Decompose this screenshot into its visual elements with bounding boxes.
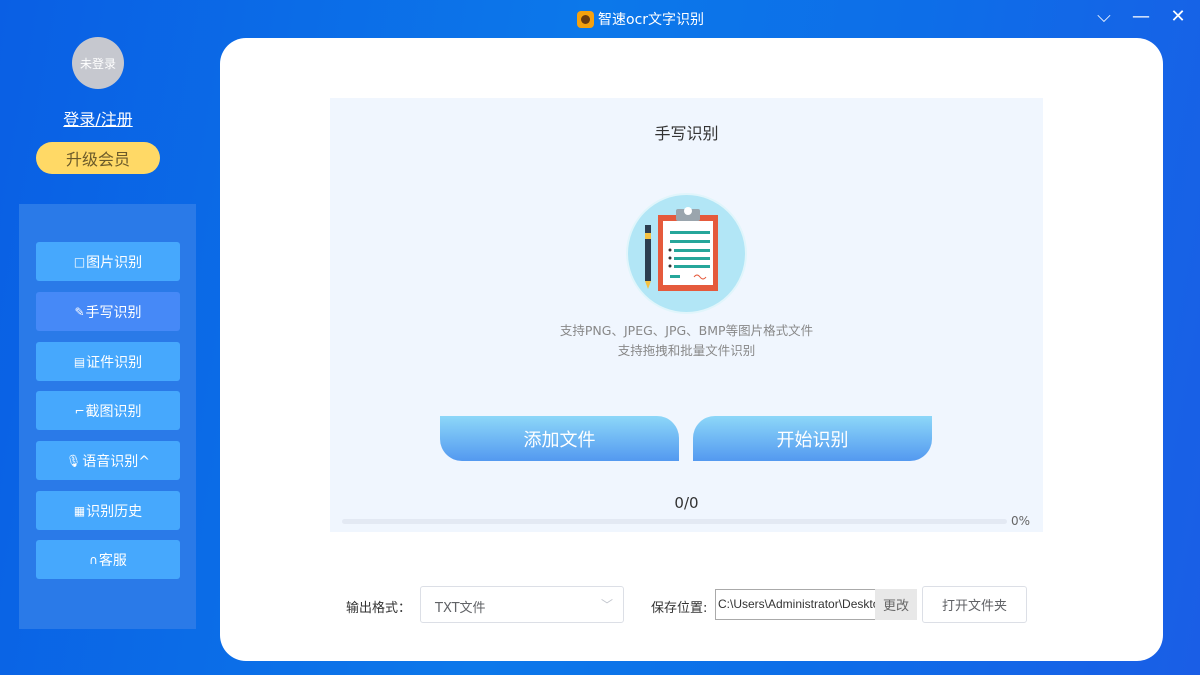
history-icon: ▦ bbox=[74, 504, 85, 518]
avatar[interactable]: 未登录 bbox=[72, 37, 124, 89]
title-bar: 智速ocr文字识别 ⌵ — ✕ bbox=[0, 0, 1200, 38]
save-location-label: 保存位置: bbox=[651, 597, 707, 616]
headset-icon: ∩ bbox=[89, 553, 98, 567]
minimize-button[interactable]: — bbox=[1128, 5, 1154, 29]
nav-handwriting-ocr[interactable]: ✎手写识别 bbox=[36, 292, 180, 331]
file-count: 0/0 bbox=[330, 494, 1043, 512]
change-path-button[interactable]: 更改 bbox=[875, 589, 917, 620]
app-logo-icon bbox=[577, 11, 594, 28]
nav-label: 手写识别 bbox=[86, 302, 142, 322]
sidebar-nav: □图片识别 ✎手写识别 ▤证件识别 ⌐截图识别 🎙语音识别^ ▦识别历史 ∩客服 bbox=[19, 204, 196, 629]
microphone-icon: 🎙 bbox=[66, 454, 81, 468]
nav-label: 客服 bbox=[99, 550, 127, 570]
app-title: 智速ocr文字识别 bbox=[577, 9, 704, 29]
close-button[interactable]: ✕ bbox=[1165, 5, 1191, 29]
nav-label: 识别历史 bbox=[86, 501, 142, 521]
nav-history[interactable]: ▦识别历史 bbox=[36, 491, 180, 530]
batch-hint: 支持拖拽和批量文件识别 bbox=[330, 340, 1043, 359]
drop-zone[interactable]: 手写识别 支持PNG、JPEG、JPG、BMP等图片格式文件 支持拖拽和批量文件… bbox=[330, 98, 1043, 532]
nav-label: 语音识别^ bbox=[82, 451, 150, 471]
start-recognition-button[interactable]: 开始识别 bbox=[693, 416, 932, 461]
nav-support[interactable]: ∩客服 bbox=[36, 540, 180, 579]
crop-icon: ⌐ bbox=[74, 404, 84, 418]
nav-voice-ocr[interactable]: 🎙语音识别^ bbox=[36, 441, 180, 480]
clipboard-illustration-icon bbox=[626, 193, 747, 314]
output-format-label: 输出格式： bbox=[346, 597, 411, 616]
nav-id-ocr[interactable]: ▤证件识别 bbox=[36, 342, 180, 381]
main-card: 手写识别 支持PNG、JPEG、JPG、BMP等图片格式文件 支持拖拽和批量文件… bbox=[220, 38, 1163, 661]
progress-bar bbox=[342, 519, 1007, 524]
open-folder-button[interactable]: 打开文件夹 bbox=[922, 586, 1027, 623]
nav-label: 截图识别 bbox=[86, 401, 142, 421]
add-file-button[interactable]: 添加文件 bbox=[440, 416, 679, 461]
format-hint: 支持PNG、JPEG、JPG、BMP等图片格式文件 bbox=[330, 320, 1043, 339]
login-register-link[interactable]: 登录/注册 bbox=[0, 106, 196, 130]
nav-image-ocr[interactable]: □图片识别 bbox=[36, 242, 180, 281]
chevron-down-icon: ﹀ bbox=[601, 596, 613, 613]
nav-label: 证件识别 bbox=[86, 352, 142, 372]
page-title: 手写识别 bbox=[330, 120, 1043, 144]
dropdown-chevron-icon[interactable]: ⌵ bbox=[1091, 5, 1117, 29]
app-title-text: 智速ocr文字识别 bbox=[598, 9, 704, 29]
pen-icon: ✎ bbox=[74, 305, 84, 319]
progress-percent: 0% bbox=[1011, 514, 1030, 528]
nav-screenshot-ocr[interactable]: ⌐截图识别 bbox=[36, 391, 180, 430]
upgrade-vip-button[interactable]: 升级会员 bbox=[36, 142, 160, 174]
card-icon: ▤ bbox=[74, 355, 85, 369]
nav-label: 图片识别 bbox=[86, 252, 142, 272]
save-path-input[interactable]: C:\Users\Administrator\Desktop bbox=[715, 589, 876, 620]
output-format-value: TXT文件 bbox=[435, 601, 486, 616]
folder-icon: □ bbox=[74, 255, 85, 269]
output-format-select[interactable]: TXT文件 ﹀ bbox=[420, 586, 624, 623]
avatar-text: 未登录 bbox=[80, 55, 116, 72]
